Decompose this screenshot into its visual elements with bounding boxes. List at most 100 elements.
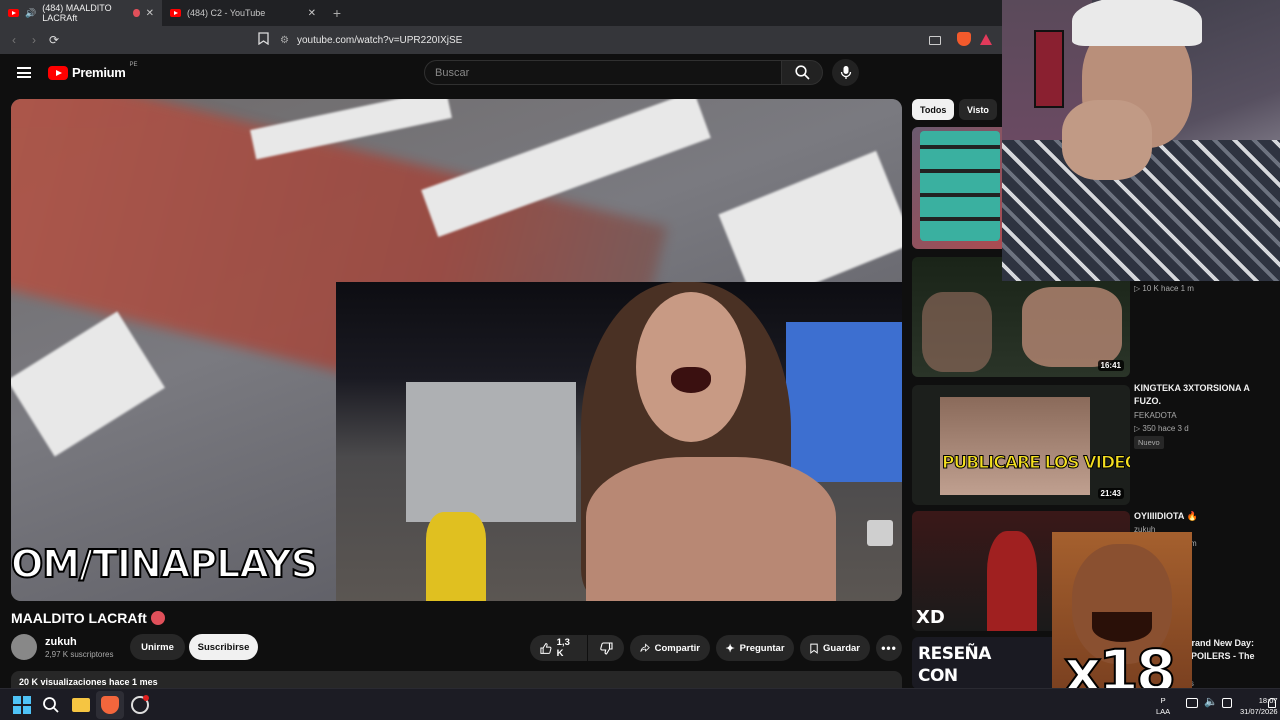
brave-shield-icon[interactable] [957, 32, 971, 46]
cast-icon[interactable] [929, 36, 941, 45]
recommended-thumbnail[interactable]: PUBLICARE LOS VIDEOS 21:43 [912, 385, 1130, 505]
recommended-title-text: OYIIIIDIOTA [1134, 511, 1185, 521]
new-tab-button[interactable]: + [324, 0, 350, 26]
share-button[interactable]: Compartir [630, 635, 710, 661]
video-inset-camera [336, 282, 902, 601]
people-shape [922, 292, 992, 372]
site-settings-icon[interactable]: ⚙ [280, 35, 289, 46]
url-text: youtube.com/watch?v=UPR220IXjSE [296, 34, 463, 46]
address-bar[interactable]: ⚙ youtube.com/watch?v=UPR220IXjSE [280, 30, 1000, 50]
tab-title: (484) C2 - YouTube [187, 8, 266, 18]
lang-bottom: LAA [1156, 707, 1171, 716]
thumb-caption: PUBLICARE LOS VIDEOS [941, 453, 1130, 474]
building-shape [406, 382, 576, 522]
file-explorer-icon[interactable] [72, 698, 90, 712]
video-watermark-text: OM/TINAPLAYS [11, 541, 319, 587]
bookmark-icon[interactable] [258, 32, 272, 48]
video-title: MAALDITO LACRAft [11, 610, 165, 626]
recommended-channel[interactable]: FEKADOTA [1134, 411, 1177, 420]
chip-todos[interactable]: Todos [912, 99, 955, 120]
video-player[interactable]: OM/TINAPLAYS [11, 99, 902, 601]
back-icon[interactable]: ‹ [4, 30, 24, 50]
new-badge: Nuevo [1134, 436, 1164, 449]
like-count: 1,3 K [556, 637, 570, 659]
subscribe-button[interactable]: Suscribirse [189, 634, 258, 660]
recommended-title[interactable]: KINGTEKA 3XTORSIONA A FUZO. [1134, 382, 1274, 408]
people-shape [1022, 287, 1122, 367]
close-tab-icon[interactable]: ✕ [146, 8, 154, 19]
recommended-title[interactable]: Brand New Day: SPOILERS - The [1185, 637, 1275, 663]
windows-start-icon[interactable] [13, 696, 31, 714]
input-language[interactable]: P LAA [1156, 695, 1170, 717]
more-actions-button[interactable]: ••• [876, 635, 902, 661]
video-duration: 21:43 [1097, 488, 1124, 499]
subscriber-count: 2,97 K suscriptores [45, 650, 114, 659]
notification-bell-icon[interactable] [1268, 698, 1276, 708]
browser-tab-active[interactable]: 🔊 (484) MAALDITO LACRAft ✕ [0, 0, 162, 26]
youtube-header: Premium PE Buscar [0, 54, 1002, 92]
share-icon [640, 643, 650, 652]
channel-avatar[interactable] [11, 634, 37, 660]
video-duration: 16:41 [1097, 360, 1124, 371]
join-button[interactable]: Unirme [130, 634, 185, 660]
active-app-indicator [96, 691, 124, 719]
video-title-text: MAALDITO LACRAft [11, 610, 147, 626]
search-icon [794, 65, 810, 80]
person-shape [987, 531, 1037, 631]
youtube-logo[interactable]: Premium PE [48, 61, 138, 80]
person-mouth-shape [671, 367, 711, 393]
dislike-button[interactable] [588, 635, 624, 661]
browser-tabbar: 🔊 (484) MAALDITO LACRAft ✕ (484) C2 - Yo… [0, 0, 1002, 26]
rewards-icon[interactable] [980, 34, 992, 45]
ask-button[interactable]: ✦ Preguntar [716, 635, 794, 661]
search-button[interactable] [781, 60, 823, 85]
thumbs-up-icon [540, 642, 552, 654]
views-text: 20 K visualizaciones hace 1 mes [19, 677, 158, 687]
meme-text: x18 [1063, 636, 1177, 692]
cap-shape [1072, 0, 1202, 46]
save-button[interactable]: Guardar [800, 635, 870, 661]
hand-shape [1062, 100, 1152, 180]
tab-title: (484) MAALDITO LACRAft [42, 3, 112, 23]
volume-icon[interactable]: 🔈 [1204, 695, 1222, 713]
like-button[interactable]: 1,3 K [530, 635, 587, 661]
chip-visto[interactable]: Visto [959, 99, 997, 120]
streamer-webcam-overlay [1002, 0, 1280, 281]
tab-emoji-icon [133, 9, 140, 17]
video-corner-icon [867, 520, 893, 546]
poster-shape [1034, 30, 1064, 108]
person-shape [426, 512, 486, 601]
thumb-caption: XD [916, 607, 945, 628]
screen-shape [940, 397, 1090, 495]
channel-name[interactable]: zukuh [45, 636, 77, 648]
notification-dot-icon [143, 695, 149, 701]
battery-icon[interactable] [1222, 698, 1232, 708]
voice-search-button[interactable] [832, 59, 859, 86]
search-input[interactable]: Buscar [424, 60, 782, 85]
browser-tab[interactable]: (484) C2 - YouTube ✕ [162, 0, 324, 26]
lang-top: P [1160, 696, 1166, 705]
search-icon[interactable] [42, 696, 60, 714]
save-label: Guardar [823, 642, 860, 654]
youtube-play-icon [48, 65, 68, 80]
sparkle-icon: ✦ [725, 642, 735, 655]
building-shape [786, 322, 902, 482]
forward-icon[interactable]: › [24, 30, 44, 50]
logo-text: Premium [72, 65, 126, 80]
hamburger-menu-icon[interactable] [17, 67, 31, 78]
reload-icon[interactable]: ⟳ [44, 30, 64, 50]
person-body-shape [586, 457, 836, 601]
share-label: Compartir [654, 642, 700, 654]
emoji-icon [150, 611, 165, 625]
thumbs-down-icon [599, 641, 613, 655]
country-code: PE [129, 61, 138, 68]
fire-icon: 🔥 [1186, 511, 1198, 521]
speaker-icon[interactable]: 🔊 [25, 8, 36, 19]
recommended-meta: ▷ 10 K hace 1 m [1134, 284, 1194, 293]
recommended-title[interactable]: OYIIIIDIOTA 🔥 [1134, 510, 1274, 523]
close-tab-icon[interactable]: ✕ [308, 8, 316, 19]
browser-toolbar: ‹ › ⟳ ⚙ youtube.com/watch?v=UPR220IXjSE [0, 26, 1002, 54]
bookmark-icon [810, 643, 818, 654]
youtube-favicon-icon [170, 9, 181, 17]
network-icon[interactable] [1186, 698, 1198, 708]
